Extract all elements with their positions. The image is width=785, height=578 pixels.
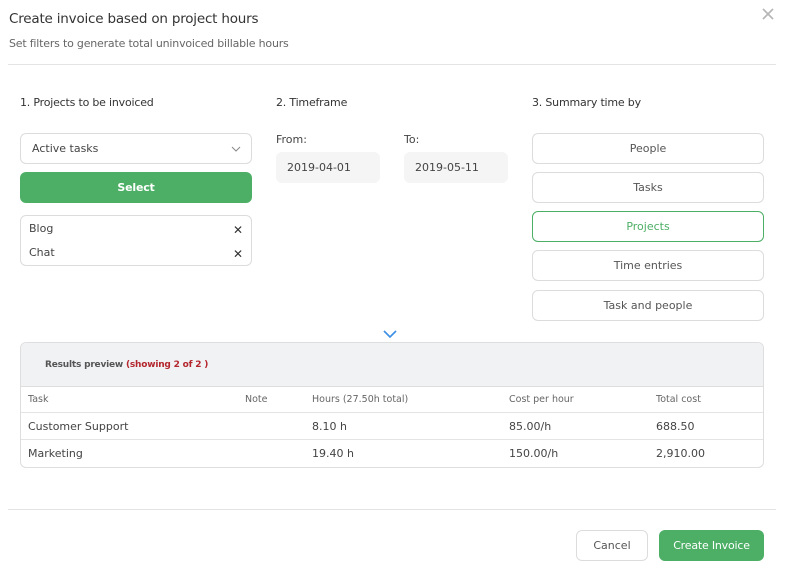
summary-option-tasks[interactable]: Tasks	[532, 172, 764, 203]
chevron-down-icon	[231, 146, 241, 152]
project-name: Blog	[29, 222, 54, 235]
selected-project-item: Blog ✕	[29, 222, 243, 240]
results-preview-panel: Results preview (showing 2 of 2 ) Task N…	[20, 342, 764, 468]
summary-option-time-entries[interactable]: Time entries	[532, 250, 764, 281]
summary-section-label: 3. Summary time by	[532, 96, 641, 109]
selected-projects-list: Blog ✕ Chat ✕	[20, 215, 252, 266]
remove-icon[interactable]: ✕	[233, 247, 243, 261]
task-cell: Customer Support	[28, 420, 129, 433]
column-header-hours: Hours (27.50h total)	[312, 394, 409, 405]
task-cell: Marketing	[28, 447, 83, 460]
expand-toggle[interactable]	[382, 325, 398, 339]
summary-option-projects[interactable]: Projects	[532, 211, 764, 242]
to-label: To:	[404, 133, 420, 146]
results-preview-header: Results preview (showing 2 of 2 )	[21, 343, 763, 387]
selected-project-item: Chat ✕	[29, 246, 243, 264]
close-button[interactable]	[761, 7, 775, 21]
project-name: Chat	[29, 246, 55, 259]
column-header-task: Task	[28, 394, 49, 405]
hours-cell: 8.10 h	[312, 420, 347, 433]
cancel-button[interactable]: Cancel	[576, 530, 648, 561]
column-header-note: Note	[245, 394, 268, 405]
total-cost-cell: 688.50	[656, 420, 695, 433]
table-row: Marketing 19.40 h 150.00/h 2,910.00	[21, 440, 763, 467]
header-divider	[8, 64, 776, 65]
dropdown-value: Active tasks	[32, 142, 99, 155]
from-date-input[interactable]	[276, 152, 380, 183]
cost-per-hour-cell: 85.00/h	[509, 420, 552, 433]
timeframe-section-label: 2. Timeframe	[276, 96, 348, 109]
select-button[interactable]: Select	[20, 172, 252, 203]
projects-section-label: 1. Projects to be invoiced	[20, 96, 154, 109]
total-cost-cell: 2,910.00	[656, 447, 705, 460]
dialog-subtitle: Set filters to generate total uninvoiced…	[9, 37, 289, 50]
create-invoice-button[interactable]: Create Invoice	[659, 530, 764, 561]
remove-icon[interactable]: ✕	[233, 223, 243, 237]
footer-divider	[8, 509, 776, 510]
summary-option-task-and-people[interactable]: Task and people	[532, 290, 764, 321]
summary-option-people[interactable]: People	[532, 133, 764, 164]
cost-per-hour-cell: 150.00/h	[509, 447, 559, 460]
table-row: Customer Support 8.10 h 85.00/h 688.50	[21, 413, 763, 440]
to-date-input[interactable]	[404, 152, 508, 183]
close-icon	[762, 8, 774, 20]
results-count: (showing 2 of 2 )	[125, 360, 209, 370]
from-label: From:	[276, 133, 307, 146]
table-header-row: Task Note Hours (27.50h total) Cost per …	[21, 387, 763, 413]
dialog-title: Create invoice based on project hours	[9, 11, 259, 27]
projects-filter-dropdown[interactable]: Active tasks	[20, 133, 252, 164]
column-header-total-cost: Total cost	[656, 394, 701, 405]
results-preview-label: Results preview	[45, 360, 124, 370]
hours-cell: 19.40 h	[312, 447, 354, 460]
chevron-down-icon	[383, 330, 397, 339]
column-header-cost-per-hour: Cost per hour	[509, 394, 574, 405]
